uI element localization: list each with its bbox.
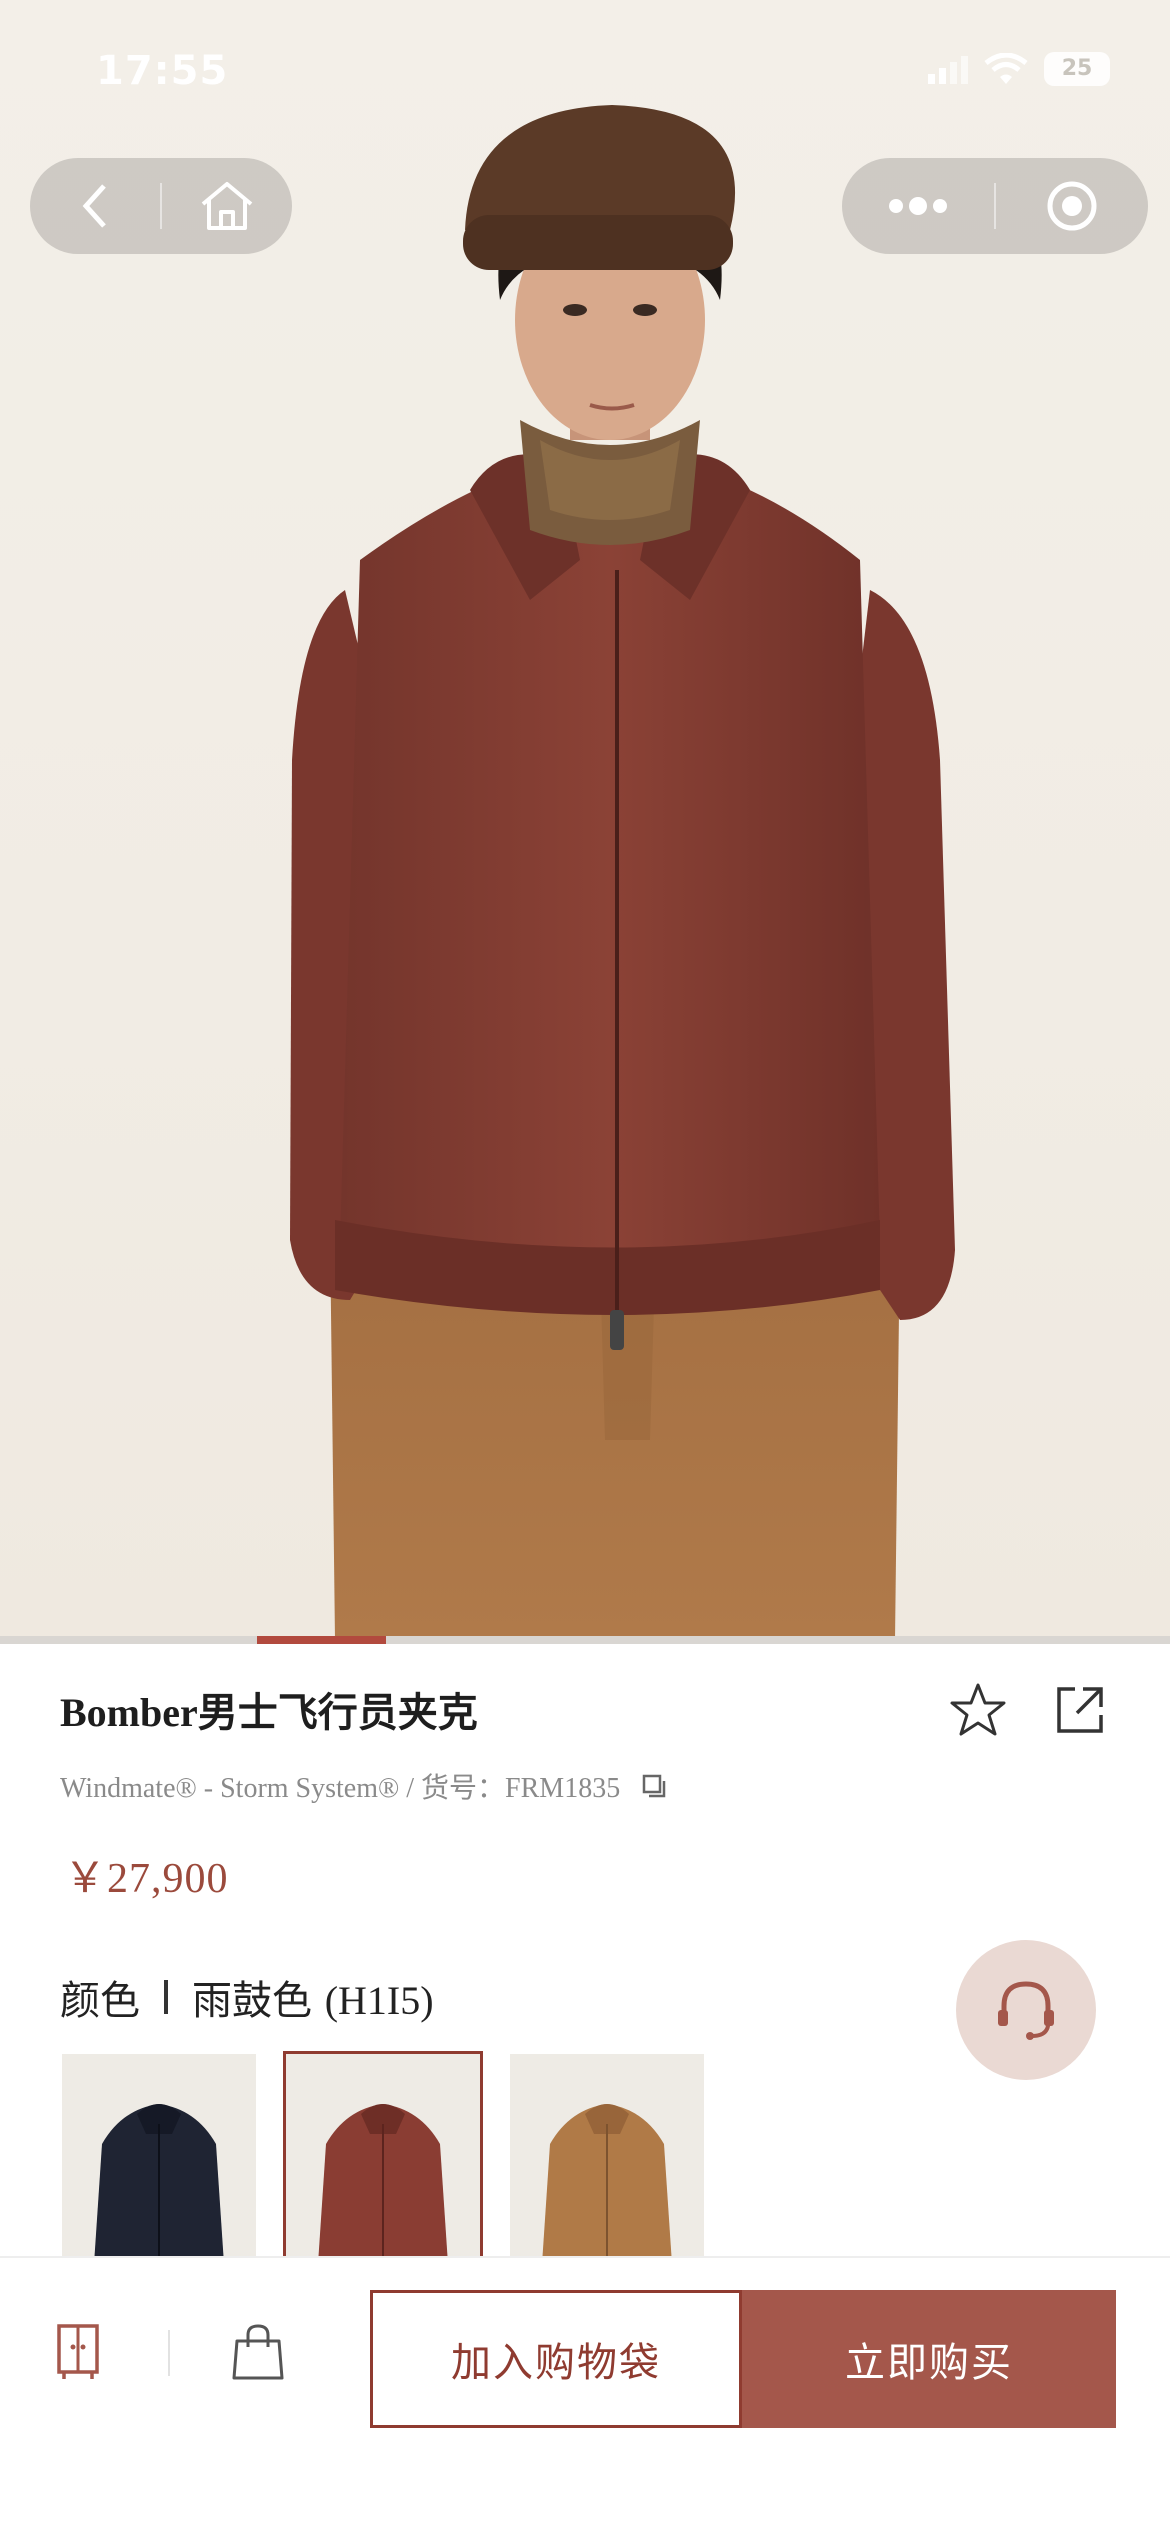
color-swatches	[62, 2051, 704, 2267]
share-button[interactable]	[1050, 1680, 1110, 1740]
add-to-bag-button[interactable]: 加入购物袋	[370, 2290, 742, 2428]
close-miniapp-button[interactable]	[996, 158, 1148, 254]
status-icons: 25	[928, 52, 1110, 86]
customer-service-button[interactable]	[956, 1940, 1096, 2080]
share-icon	[1057, 1687, 1103, 1733]
wardrobe-icon	[57, 2324, 99, 2379]
star-icon	[950, 1683, 1006, 1736]
shopping-bag-button[interactable]	[222, 2316, 294, 2388]
more-dots-icon	[889, 197, 947, 215]
product-subtitle: Windmate® - Storm System® / 货号：FRM1835	[60, 1766, 668, 1806]
back-button[interactable]	[30, 158, 160, 254]
signal-icon	[928, 56, 968, 84]
selected-color-text: 雨鼓色	[192, 1978, 312, 2024]
title-actions	[948, 1680, 1110, 1740]
battery-indicator: 25	[1044, 52, 1110, 86]
wifi-icon	[984, 53, 1028, 84]
color-swatch-rust[interactable]	[283, 2051, 483, 2267]
gallery-progress-fill	[257, 1636, 387, 1644]
color-divider	[164, 1980, 168, 2014]
more-button[interactable]	[842, 158, 994, 254]
product-subtitle-text: Windmate® - Storm System® / 货号：FRM1835	[60, 1773, 621, 1804]
headset-icon	[998, 1981, 1054, 2040]
product-price: ￥27,900	[64, 1856, 229, 1902]
color-label: 颜色	[60, 1978, 140, 2024]
color-swatch-navy[interactable]	[62, 2054, 256, 2264]
bottom-action-bar: 加入购物袋 立即购买	[0, 2256, 1170, 2532]
wardrobe-button[interactable]	[42, 2316, 114, 2388]
color-selector-label: 颜色 雨鼓色 (H1I5)	[60, 1968, 434, 2026]
selected-color-name: 雨鼓色 (H1I5)	[192, 1968, 434, 2026]
copy-icon[interactable]	[640, 1772, 668, 1800]
favorite-button[interactable]	[948, 1680, 1008, 1740]
color-swatch-camel[interactable]	[510, 2054, 704, 2264]
gallery-progress	[0, 1636, 1170, 1644]
product-hero-image[interactable]: 17:55 25	[0, 0, 1170, 1640]
target-close-icon	[1047, 181, 1097, 231]
home-button[interactable]	[162, 158, 292, 254]
swatch-jacket-image	[94, 2104, 224, 2264]
bottom-divider	[168, 2330, 170, 2376]
shopping-bag-icon	[232, 2324, 284, 2380]
chevron-left-icon	[82, 184, 106, 228]
selected-color-code: (H1I5)	[324, 1978, 434, 2023]
nav-capsule-left	[30, 158, 292, 254]
home-icon	[201, 182, 253, 230]
buy-now-button[interactable]: 立即购买	[742, 2290, 1116, 2428]
swatch-jacket-image	[542, 2104, 672, 2264]
nav-capsule-right	[842, 158, 1148, 254]
swatch-jacket-image	[318, 2104, 448, 2264]
product-title: Bomber男士飞行员夹克	[60, 1690, 478, 1735]
status-time: 17:55	[96, 48, 229, 94]
